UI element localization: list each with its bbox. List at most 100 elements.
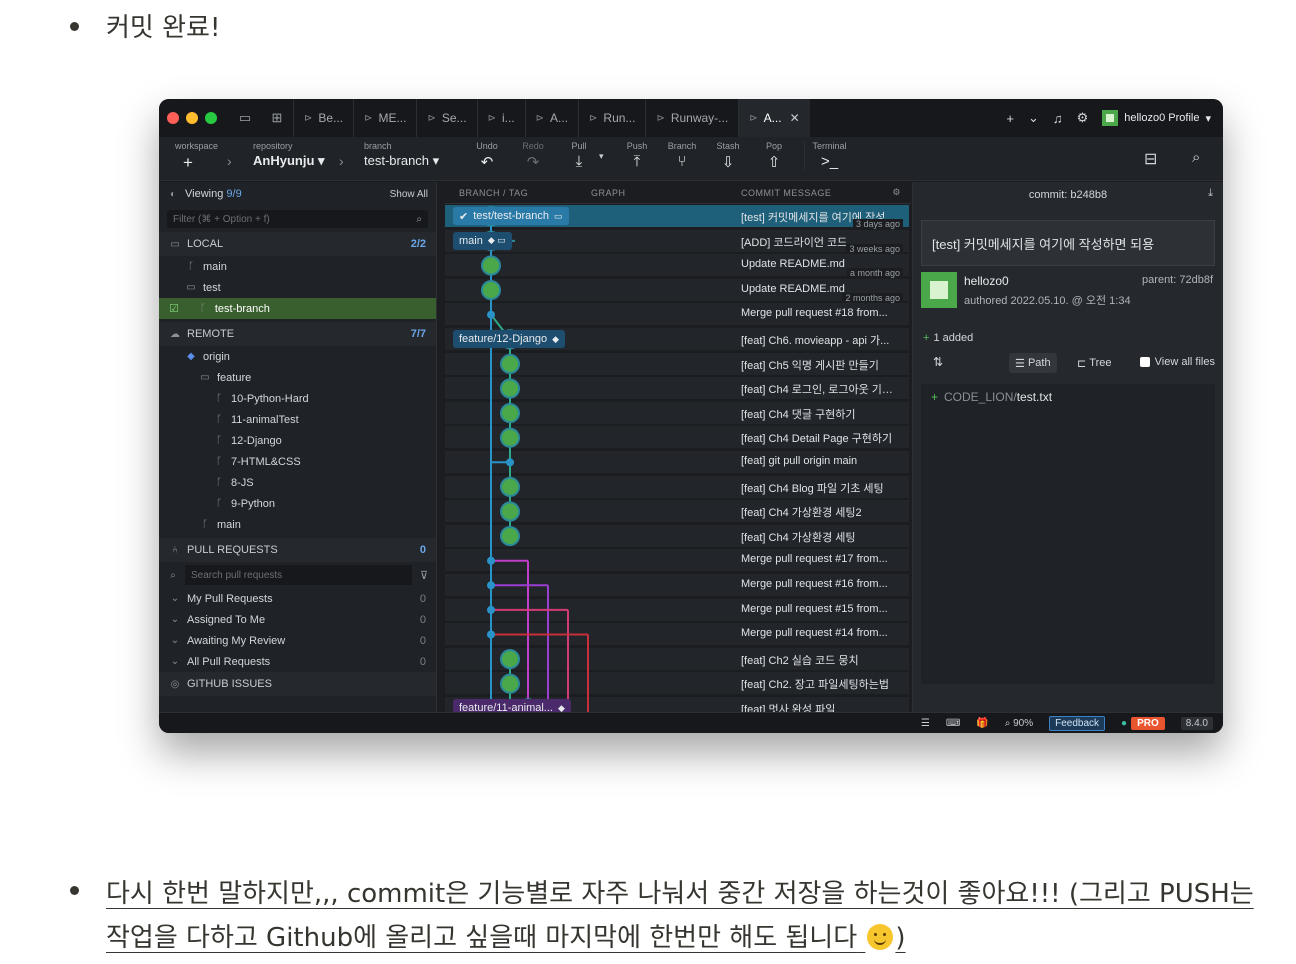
show-all-link[interactable]: Show All [390,189,428,200]
remote-section-header[interactable]: ☁ REMOTE 7/7 [159,322,436,346]
commit-node[interactable] [500,673,520,694]
branch-label-main[interactable]: main ◆ ▭ [453,231,512,250]
merge-node[interactable] [487,310,495,319]
pr-group-assigned[interactable]: ⌄ Assigned To Me 0 [159,609,436,630]
local-section-header[interactable]: ▭ LOCAL 2/2 [159,232,436,256]
layout-toggle-icon[interactable]: ⊟ [1144,149,1157,169]
repo-tab[interactable]: ⊳ Se... [416,99,476,137]
chevron-down-icon[interactable]: ⌄ [1028,110,1039,126]
repo-tab-active[interactable]: ⊳ A... ✕ [738,99,810,137]
stash-button[interactable]: Stash ⇩ [708,141,748,171]
commit-node[interactable] [500,427,520,448]
viewing-count: 9/9 [226,188,242,200]
repo-tab[interactable]: ⊳ A... [524,99,578,137]
github-issues-section-header[interactable]: ◎ GITHUB ISSUES [159,672,436,696]
branch-label-test_branch[interactable]: ✔ test/test-branch ▭ [453,207,569,225]
sidebar-item-main[interactable]: ᚴ main [159,256,436,277]
button-label: Stash [716,141,740,151]
repo-tab[interactable]: ⊳ i... [476,99,525,137]
feedback-button[interactable]: Feedback [1049,715,1106,731]
close-icon[interactable]: ✕ [790,111,800,125]
merge-node[interactable] [506,458,514,467]
sidebar-item-origin[interactable]: ◆ origin [159,346,436,367]
pr-group-awaiting[interactable]: ⌄ Awaiting My Review 0 [159,630,436,651]
pr-search-input[interactable]: Search pull requests [185,565,412,585]
repository-selector[interactable]: repository AnHyunju ▾ [253,141,325,169]
sidebar-item-feature[interactable]: ▭ feature [159,367,436,388]
search-icon[interactable]: ⌕ [1192,149,1200,166]
maximize-window-button[interactable] [205,112,217,124]
redo-button[interactable]: Redo ↷ [513,141,553,171]
pr-group-my[interactable]: ⌄ My Pull Requests 0 [159,588,436,609]
list-icon[interactable]: ☰ [921,718,930,729]
repo-tab[interactable]: ⊳ Be... [293,99,353,137]
merge-node[interactable] [487,581,495,590]
filter-icon[interactable]: ⊽ [420,569,428,582]
merge-node[interactable] [487,556,495,565]
new-tab-icon[interactable]: + [1006,111,1014,126]
commit-node[interactable] [500,501,520,522]
gear-icon[interactable]: ⚙ [892,187,901,198]
pro-badge[interactable]: PRO [1131,716,1165,730]
view-all-files-toggle[interactable]: View all files [1139,356,1215,368]
repo-tab[interactable]: ⊳ Runway-... [645,99,738,137]
search-icon: ⌕ [170,569,176,581]
merge-node[interactable] [487,630,495,639]
repo-tab[interactable]: ⊳ ME... [353,99,416,137]
filter-input[interactable]: Filter (⌘ + Option + f) ⌕ [167,210,428,228]
zoom-indicator[interactable]: ⌕ 90% [1005,718,1033,729]
commit-node[interactable] [500,403,520,424]
minimize-window-button[interactable] [186,112,198,124]
commit-node[interactable] [500,526,520,547]
gift-icon[interactable]: 🎁 [976,718,988,729]
add-icon[interactable]: + [183,153,218,173]
sidebar-item-test[interactable]: ▭ test [159,277,436,298]
commit-node[interactable] [481,255,501,276]
commit-node[interactable] [500,649,520,670]
parent-sha[interactable]: parent: 72db8f [1142,274,1213,286]
chevron-down-icon: ⌄ [170,635,180,646]
terminal-button[interactable]: Terminal >_ [804,141,854,170]
commit-node[interactable] [500,476,520,497]
sidebar-item-test-branch[interactable]: ☑ ᚴ test-branch [159,298,436,319]
folder-icon[interactable]: ▭ [229,110,261,126]
commit-message-box[interactable]: [test] 커밋메세지를 여기에 작성하면 되용 [921,220,1215,266]
branch-selector[interactable]: branch test-branch ▾ [364,141,439,169]
branch-label-animal[interactable]: feature/11-animal... ◆ [453,699,571,712]
checkbox[interactable] [1139,357,1150,367]
commit-node[interactable] [500,353,520,374]
commit-node[interactable] [481,280,501,301]
keyboard-icon[interactable]: ⌨ [946,718,960,729]
repo-tab[interactable]: ⊳ Run... [578,99,645,137]
merge-node[interactable] [487,605,495,614]
pull-button[interactable]: Pull ⤓ [559,141,599,170]
undo-button[interactable]: Undo ↶ [467,141,507,171]
workspace-icon[interactable]: ⊞ [261,110,293,126]
pr-group-all[interactable]: ⌄ All Pull Requests 0 [159,651,436,672]
bell-icon[interactable]: ♫ [1053,111,1063,126]
sidebar-item-remote-branch[interactable]: ᚴ 9-Python [159,493,436,514]
file-row[interactable]: + CODE_LION/test.txt [931,390,1205,404]
pull-requests-section-header[interactable]: ⑃ PULL REQUESTS 0 [159,538,436,562]
tree-view-button[interactable]: ⊏ Tree [1071,353,1118,373]
workspace-selector[interactable]: workspace + [175,141,218,173]
commit-node[interactable] [500,378,520,399]
pop-button[interactable]: Pop ⇧ [754,141,794,171]
push-button[interactable]: Push ⤒ [617,141,657,170]
sidebar-item-remote-branch[interactable]: ᚴ 7-HTML&CSS [159,451,436,472]
pull-options-caret[interactable]: ▾ [599,151,604,162]
branch-button[interactable]: Branch ⑂ [662,141,702,170]
sidebar-item-remote-branch[interactable]: ᚴ 12-Django [159,430,436,451]
close-window-button[interactable] [167,112,179,124]
gear-icon[interactable]: ⚙ [1077,110,1089,126]
sidebar-item-remote-branch[interactable]: ᚴ 11-animalTest [159,409,436,430]
sidebar-item-remote-branch[interactable]: ᚴ 8-JS [159,472,436,493]
sort-icon[interactable]: ⇅ [933,355,943,369]
checkbox-icon[interactable]: ☑ [169,302,179,315]
branch-label-django[interactable]: feature/12-Django ◆ [453,330,565,348]
profile-menu[interactable]: hellozo0 Profile ▾ [1102,110,1211,126]
sidebar-item-remote-main[interactable]: ᚴ main [159,514,436,535]
path-view-button[interactable]: ☰ Path [1009,353,1057,373]
sidebar-item-remote-branch[interactable]: ᚴ 10-Python-Hard [159,388,436,409]
download-icon[interactable]: ⤓ [1208,187,1213,200]
